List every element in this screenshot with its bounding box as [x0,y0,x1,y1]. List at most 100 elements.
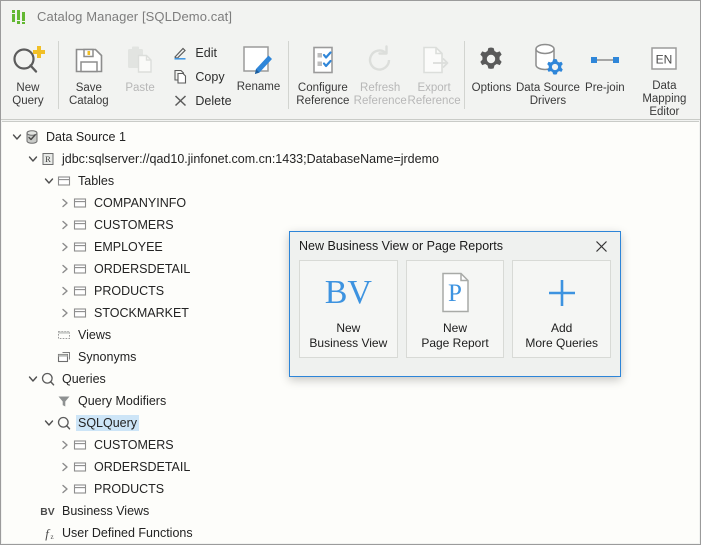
chevron-right-icon[interactable] [58,214,71,236]
toolbar-button-configure-reference[interactable]: Configure Reference [292,32,353,119]
views-icon [55,326,72,344]
toolbar-label: Export Reference [407,82,461,107]
tree-node-udf[interactable]: f z User Defined Functions [2,522,699,543]
chevron-down-icon[interactable] [26,368,39,390]
svg-text:BV: BV [40,507,54,518]
link-nodes-icon [588,39,622,81]
chevron-down-icon[interactable] [10,126,23,148]
svg-text:R: R [45,154,51,164]
tree-node-query-modifiers[interactable]: Query Modifiers [2,390,699,412]
dialog-body: BV New Business View P New Page Report A… [290,260,620,358]
tree-node-sqlquery[interactable]: SQLQuery [2,412,699,434]
floppy-disk-icon [73,39,105,81]
tree-node-label: Data Source 1 [46,130,126,144]
chevron-right-icon[interactable] [58,258,71,280]
tree-node-label: ORDERSDETAIL [94,262,191,276]
edit-commands-group: Edit Copy Delete [164,32,232,110]
tile-add-more-queries[interactable]: Add More Queries [512,260,612,358]
database-check-icon [23,128,40,146]
pencil-icon [172,45,188,61]
tree-node-label: Synonyms [78,350,137,364]
toolbar-button-data-mapping-editor[interactable]: EN Data Mapping Editor [629,32,700,119]
toolbar-button-new-query[interactable]: New Query [1,32,55,119]
bv-icon: BV [39,502,56,520]
command-label: Copy [195,69,225,84]
catalog-manager-window: Catalog Manager [SQLDemo.cat] New Query [0,0,701,545]
svg-text:EN: EN [656,53,673,67]
tree-node-label: Tables [78,174,115,188]
tree-node-label: COMPANYINFO [94,196,187,210]
tile-new-business-view[interactable]: BV New Business View [299,260,398,358]
chevron-right-icon[interactable] [58,478,71,500]
tree-node-label: SQLQuery [76,415,140,431]
chevron-right-icon[interactable] [58,302,71,324]
dialog-title: New Business View or Page Reports [299,239,504,253]
bv-glyph-icon: BV [324,274,372,311]
toolbar-label: Configure Reference [296,82,350,107]
table-icon [71,436,88,454]
tree-node-jdbc-url[interactable]: Rjdbc:sqlserver://qad10.jinfonet.com.cn:… [2,148,699,170]
toolbar-button-data-source-drivers[interactable]: Data Source Drivers [515,32,581,119]
clipboard-icon [123,39,157,81]
chevron-right-icon[interactable] [58,434,71,456]
bar-chart-icon [11,8,29,26]
tree-node-label: EMPLOYEE [94,240,163,254]
chevron-down-icon[interactable] [26,148,39,170]
tree-node-tables[interactable]: Tables [2,170,699,192]
tree-node-label: CUSTOMERS [94,438,174,452]
refresh-icon [364,39,396,81]
page-report-icon: P [435,267,475,319]
chevron-down-icon[interactable] [42,412,55,434]
toolbar-button-rename[interactable]: Rename [232,32,286,119]
command-label: Edit [195,45,217,60]
tile-new-page-report[interactable]: P New Page Report [405,260,505,358]
tree-node-label: ORDERSDETAIL [94,460,191,474]
chevron-right-icon[interactable] [58,236,71,258]
tile-label: New Business View [309,321,388,350]
svg-text:P: P [448,280,462,307]
toolbar-button-refresh-reference[interactable]: Refresh Reference [353,32,407,119]
table-icon [71,304,88,322]
toolbar-button-export-reference[interactable]: Export Reference [407,32,461,119]
toolbar-label: Pre-join [585,82,625,94]
chevron-down-icon[interactable] [42,170,55,192]
tree-node-q-products[interactable]: PRODUCTS [2,478,699,500]
toolbar-label: Data Source Drivers [515,82,580,107]
plus-icon [543,267,581,319]
chevron-right-icon[interactable] [58,456,71,478]
toolbar-label: Save Catalog [68,82,109,107]
export-page-icon [418,39,450,81]
toolbar-button-options[interactable]: Options [468,32,515,119]
tree-node-label: jdbc:sqlserver://qad10.jinfonet.com.cn:1… [62,152,439,166]
command-edit[interactable]: Edit [172,43,231,62]
new-business-view-dialog: New Business View or Page Reports BV New… [289,231,621,377]
tree-node-business-views[interactable]: BV Business Views [2,500,699,522]
table-icon [71,458,88,476]
toolbar-button-save-catalog[interactable]: Save Catalog [62,32,116,119]
close-icon[interactable] [590,235,612,257]
chevron-right-icon[interactable] [58,192,71,214]
tree-node-label: STOCKMARKET [94,306,189,320]
command-copy[interactable]: Copy [172,67,231,86]
copy-icon [172,69,188,85]
tree-node-label: PRODUCTS [94,482,165,496]
command-delete[interactable]: Delete [172,91,232,110]
connection-icon: R [39,150,56,168]
tree-node-q-customers[interactable]: CUSTOMERS [2,434,699,456]
database-gear-icon [530,39,566,81]
svg-text:z: z [50,533,53,541]
tile-label: New Page Report [421,321,489,350]
funnel-icon [55,392,72,410]
tree-node-data-source-1[interactable]: Data Source 1 [2,126,699,148]
title-bar: Catalog Manager [SQLDemo.cat] [1,1,700,32]
toolbar-button-paste[interactable]: Paste [116,32,165,119]
chevron-right-icon[interactable] [58,280,71,302]
tree-node-companyinfo[interactable]: COMPANYINFO [2,192,699,214]
folder-table-icon [55,172,72,190]
tree-node-q-ordersdetail[interactable]: ORDERSDETAIL [2,456,699,478]
synonyms-icon [55,348,72,366]
toolbar-button-pre-join[interactable]: Pre-join [581,32,629,119]
